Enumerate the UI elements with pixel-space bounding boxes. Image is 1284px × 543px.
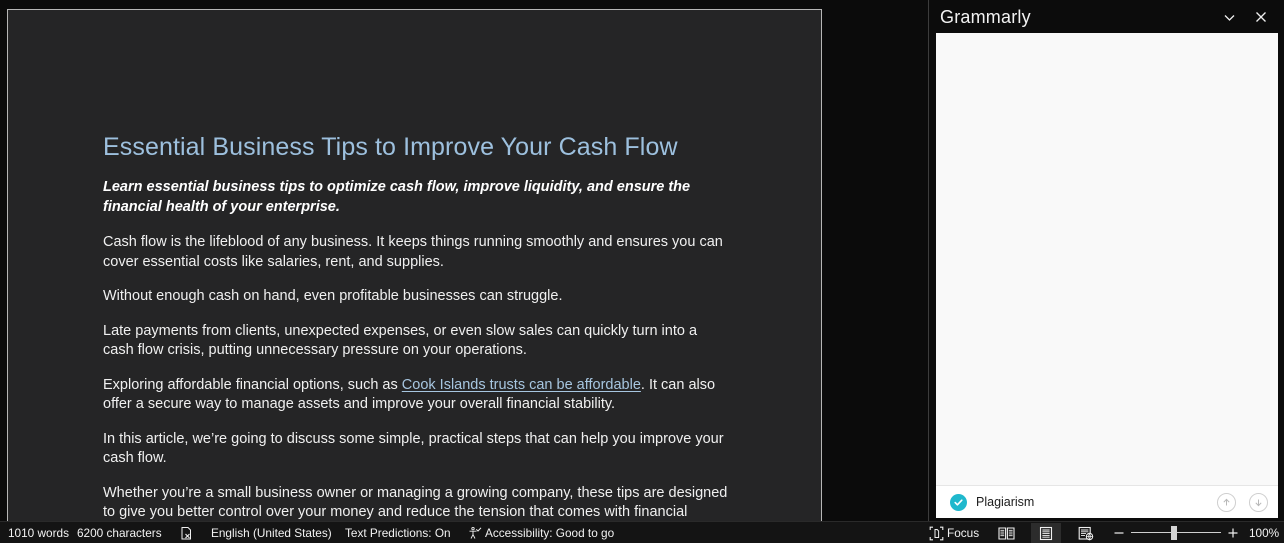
print-layout-icon[interactable] [1031, 523, 1061, 543]
close-icon[interactable] [1249, 6, 1273, 28]
plagiarism-status-label: Plagiarism [976, 495, 1035, 509]
proofing-errors-icon[interactable] [179, 522, 194, 543]
focus-icon[interactable] [929, 522, 944, 543]
document-paragraph: Cash flow is the lifeblood of any busine… [103, 234, 723, 270]
grammarly-panel-title: Grammarly [940, 7, 1031, 27]
read-mode-icon[interactable] [991, 523, 1021, 543]
zoom-level-label[interactable]: 100% [1249, 522, 1279, 543]
word-window: Essential Business Tips to Improve Your … [0, 0, 1284, 543]
check-circle-icon [950, 494, 967, 511]
status-bar: 1010 words 6200 characters English (Unit… [0, 521, 1284, 543]
document-page[interactable]: Essential Business Tips to Improve Your … [7, 9, 822, 521]
arrow-up-circle-icon[interactable] [1217, 493, 1236, 512]
focus-mode-label[interactable]: Focus [947, 522, 979, 543]
accessibility-icon[interactable] [467, 522, 482, 543]
character-count-status[interactable]: 6200 characters [77, 522, 162, 543]
grammarly-panel-header: Grammarly [929, 0, 1284, 33]
document-title: Essential Business Tips to Improve Your … [103, 133, 678, 161]
link-paragraph-prefix: Exploring affordable financial options, … [103, 376, 402, 393]
language-status[interactable]: English (United States) [211, 522, 332, 543]
accessibility-status[interactable]: Accessibility: Good to go [485, 522, 614, 543]
document-paragraph: In this article, we’re going to discuss … [103, 430, 724, 467]
cook-islands-trusts-link[interactable]: Cook Islands trusts can be affordable [402, 377, 641, 393]
document-paragraph-with-link: Exploring affordable financial options, … [103, 376, 731, 415]
zoom-out-button[interactable] [1112, 522, 1126, 543]
chevron-down-icon[interactable] [1217, 6, 1241, 28]
arrow-down-circle-icon[interactable] [1249, 493, 1268, 512]
document-subtitle: Learn essential business tips to optimiz… [103, 179, 691, 215]
document-paragraph: Whether you’re a small business owner or… [103, 484, 728, 521]
text-predictions-status[interactable]: Text Predictions: On [345, 522, 451, 543]
word-count-status[interactable]: 1010 words [8, 522, 69, 543]
zoom-in-button[interactable] [1226, 522, 1240, 543]
document-text-body[interactable]: Essential Business Tips to Improve Your … [103, 131, 743, 521]
document-canvas: Essential Business Tips to Improve Your … [0, 0, 928, 521]
web-layout-icon[interactable] [1071, 523, 1101, 543]
grammarly-suggestions-area[interactable] [936, 33, 1278, 485]
document-paragraph: Late payments from clients, unexpected e… [103, 322, 698, 359]
grammarly-panel-footer: Plagiarism [936, 485, 1278, 518]
grammarly-panel: Grammarly Plagiarism [929, 0, 1284, 521]
document-paragraph: Without enough cash on hand, even profit… [103, 288, 563, 304]
zoom-slider-thumb[interactable] [1171, 526, 1177, 540]
